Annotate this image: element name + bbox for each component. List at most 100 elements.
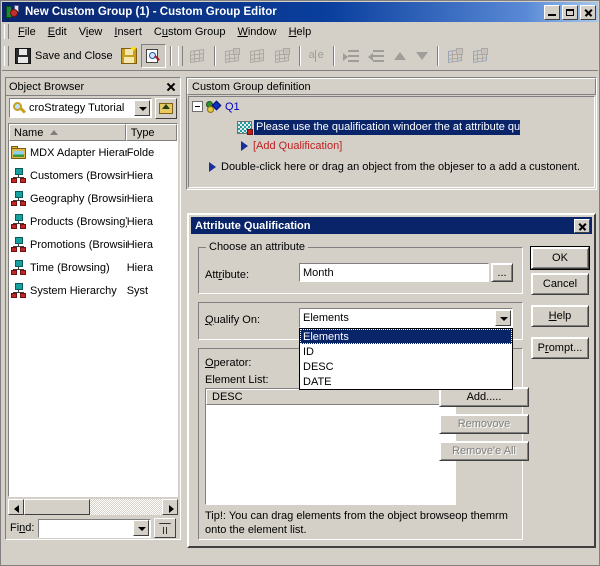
window-titlebar: New Custom Group (1) - Custom Group Edit…: [2, 2, 598, 22]
find-input[interactable]: [39, 522, 133, 534]
minimize-button[interactable]: [544, 4, 560, 20]
table-row[interactable]: MDX Adapter Hierarchies Folde: [9, 141, 177, 164]
dropdown-option-date[interactable]: DATE: [300, 374, 512, 389]
scrollbar-track[interactable]: [24, 499, 162, 515]
remove-all-button[interactable]: Remove'e All: [439, 441, 529, 461]
table-row[interactable]: Time (Browsing) Hiera: [9, 256, 177, 279]
view-sql-button[interactable]: [140, 43, 166, 68]
remove-button-label: Removove: [457, 418, 511, 430]
rename-button[interactable]: ae: [305, 44, 329, 68]
save-and-close-button[interactable]: Save and Close: [11, 44, 117, 68]
toolbar-grip-2[interactable]: [177, 45, 183, 66]
menu-custom-group[interactable]: Custom Group: [148, 24, 232, 40]
copy-button[interactable]: [245, 44, 270, 68]
collapse-toggle-icon[interactable]: [192, 101, 203, 112]
maximize-button[interactable]: [562, 4, 578, 20]
menu-edit[interactable]: Edit: [42, 24, 73, 40]
remove-button[interactable]: Removove: [439, 414, 529, 434]
new-element-button[interactable]: [185, 44, 210, 68]
attribute-browse-button[interactable]: ...: [491, 263, 513, 282]
ok-button[interactable]: OK: [531, 247, 589, 269]
find-label: Find:: [10, 522, 35, 534]
toolbar-grip[interactable]: [4, 45, 9, 66]
table-row[interactable]: System Hierarchy Syst: [9, 279, 177, 302]
move-down-button[interactable]: [411, 44, 433, 68]
menu-view[interactable]: View: [73, 24, 109, 40]
remove-all-button-label: Remove'e All: [452, 445, 516, 457]
tree-root-row[interactable]: Q1: [189, 98, 594, 115]
column-header-name[interactable]: Name: [9, 124, 126, 141]
dropdown-option-id[interactable]: ID: [300, 344, 512, 359]
paste-button[interactable]: [270, 44, 295, 68]
menu-insert[interactable]: Insert: [108, 24, 148, 40]
close-button[interactable]: [580, 4, 596, 20]
save-button[interactable]: ✦: [117, 44, 141, 68]
chevron-down-icon[interactable]: [495, 310, 511, 326]
cut-button[interactable]: [220, 44, 245, 68]
custom-group-definition-panel: Custom Group definition Q1 Please use th…: [186, 77, 597, 190]
scroll-left-button[interactable]: [8, 499, 24, 515]
source-combobox[interactable]: croStrategy Tutorial: [9, 98, 152, 118]
outdent-button[interactable]: [364, 44, 389, 68]
bullet-icon: [209, 161, 216, 172]
up-one-level-button[interactable]: [155, 97, 177, 119]
arrow-down-icon: [415, 49, 429, 63]
object-browser-source-row: croStrategy Tutorial: [6, 96, 180, 120]
table-row[interactable]: Geography (Browsing) Hiera: [9, 187, 177, 210]
find-combobox[interactable]: [38, 518, 151, 538]
qualify-on-value: Elements: [303, 312, 349, 324]
add-qualification-label: [Add Qualification]: [253, 139, 343, 152]
tree-hint-row[interactable]: Double-click here or drag an object from…: [189, 158, 594, 175]
dropdown-option-elements[interactable]: Elements: [300, 329, 512, 344]
move-up-button[interactable]: [389, 44, 411, 68]
menu-window[interactable]: Window: [231, 24, 282, 40]
chevron-down-icon[interactable]: [133, 520, 149, 536]
table-row[interactable]: Products (Browsing) Hiera: [9, 210, 177, 233]
attribute-field[interactable]: Month: [299, 263, 489, 282]
dropdown-option-label: DATE: [303, 375, 332, 388]
close-icon[interactable]: [165, 81, 177, 93]
toolbar-separator: [169, 45, 172, 66]
row-type-cell: Hiera: [126, 261, 153, 274]
row-name-cell: MDX Adapter Hierarchies: [11, 145, 127, 160]
chevron-down-icon[interactable]: [134, 100, 150, 116]
close-icon[interactable]: [574, 218, 590, 233]
column-header-type[interactable]: Type: [125, 124, 177, 141]
filter-button[interactable]: [154, 518, 176, 538]
scroll-right-button[interactable]: [162, 499, 178, 515]
outdent-icon: [367, 49, 385, 63]
help-button[interactable]: Help: [531, 305, 589, 327]
cancel-button[interactable]: Cancel: [531, 273, 589, 295]
banding-button[interactable]: [443, 44, 468, 68]
table-row[interactable]: Promotions (Browsing) Hiera: [9, 233, 177, 256]
scrollbar-thumb[interactable]: [24, 499, 90, 515]
object-browser-horizontal-scrollbar[interactable]: [8, 499, 178, 515]
qualify-on-combobox[interactable]: Elements: [299, 308, 513, 328]
add-button[interactable]: Add.....: [439, 387, 529, 407]
row-name-label: MDX Adapter Hierarchies: [30, 146, 127, 159]
qualify-on-dropdown-list[interactable]: Elements ID DESC DATE: [299, 328, 513, 390]
add-qualification-row[interactable]: [Add Qualification]: [189, 137, 594, 154]
attribute-label: Attribute:: [205, 269, 250, 281]
row-name-label: Geography (Browsing): [30, 192, 127, 205]
dropdown-option-desc[interactable]: DESC: [300, 359, 512, 374]
row-name-label: Products (Browsing): [30, 215, 127, 228]
prompt-button[interactable]: Prompt...: [531, 337, 589, 359]
row-name-cell: Time (Browsing): [11, 260, 127, 275]
row-name-cell: System Hierarchy: [11, 283, 127, 298]
folder-icon: [11, 145, 27, 160]
choose-attribute-legend: Choose an attribute: [206, 241, 309, 253]
tree-selected-row[interactable]: Please use the qualification windoer the…: [189, 119, 594, 136]
menu-file[interactable]: File: [12, 24, 42, 40]
custom-group-definition-tree[interactable]: Q1 Please use the qualification windoer …: [188, 96, 595, 188]
add-button-label: Add.....: [466, 391, 502, 403]
element-list[interactable]: DESC: [205, 388, 456, 505]
hierarchy-icon: [11, 214, 27, 229]
menu-help[interactable]: Help: [283, 24, 318, 40]
sort-ascending-icon: [50, 130, 59, 135]
options-button[interactable]: [468, 44, 493, 68]
arrow-up-icon: [393, 49, 407, 63]
table-row[interactable]: Customers (Browsing) Hiera: [9, 164, 177, 187]
indent-button[interactable]: [339, 44, 364, 68]
menubar-grip[interactable]: [4, 24, 9, 39]
